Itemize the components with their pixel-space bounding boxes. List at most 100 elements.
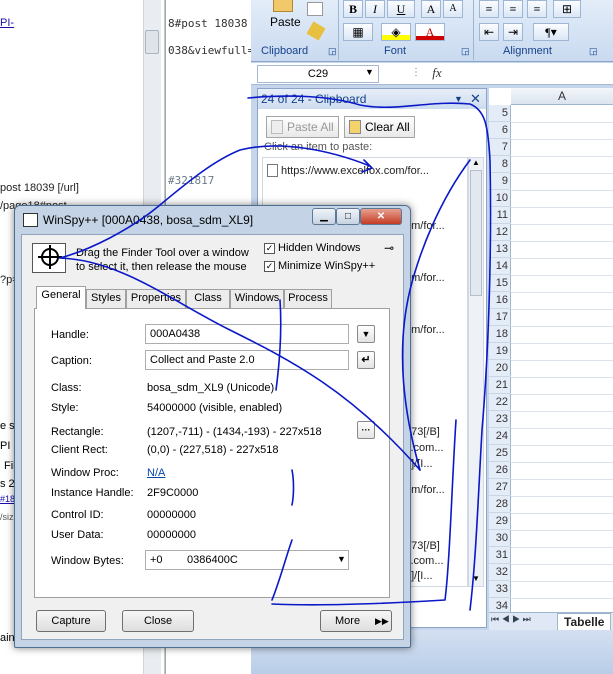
row-header[interactable]: 28 [489, 496, 511, 513]
clipboard-item[interactable]: https://www.excelfox.com/for... [281, 165, 429, 177]
row-header[interactable]: 15 [489, 275, 511, 292]
tab-class[interactable]: Class [186, 289, 230, 308]
underline-button[interactable]: U [387, 0, 415, 18]
minimize-checkbox[interactable]: ✓ [264, 261, 275, 272]
format-painter-icon[interactable] [306, 21, 326, 41]
row-header[interactable]: 7 [489, 139, 511, 156]
close-icon[interactable]: ✕ [470, 89, 481, 109]
scroll-thumb[interactable] [470, 170, 482, 296]
row-header[interactable]: 9 [489, 173, 511, 190]
bold-button[interactable]: B [343, 0, 363, 18]
merge-cells-icon[interactable]: ⊞ [553, 0, 581, 18]
column-header[interactable]: A [511, 88, 613, 105]
row-header[interactable]: 30 [489, 530, 511, 547]
chevron-down-icon[interactable]: ▼ [365, 67, 374, 77]
dialog-launcher-icon[interactable]: ◲ [328, 46, 337, 57]
scroll-up-icon[interactable]: ▲ [472, 158, 480, 167]
fill-color-icon[interactable]: ◈ [381, 23, 411, 41]
orientation-icon[interactable]: ¶▾ [533, 23, 569, 41]
row-header[interactable]: 13 [489, 241, 511, 258]
tab-general[interactable]: General [36, 286, 86, 309]
tab-process[interactable]: Process [284, 289, 332, 308]
crosshair-line [38, 256, 62, 258]
hidden-windows-label: Hidden Windows [278, 242, 361, 254]
editor-line: 8#post 18038 [168, 17, 248, 30]
gridline [511, 496, 613, 497]
more-button[interactable]: More ▶▶ [320, 610, 392, 632]
align-center-icon[interactable]: ≡ [503, 0, 523, 18]
insert-function-button[interactable]: fx [427, 65, 447, 83]
pin-icon[interactable]: ⊸ [384, 241, 394, 255]
sheet-nav-icon[interactable]: ⏮ ◀ ▶ ⏭ [491, 614, 531, 625]
shrink-font-button[interactable]: A [443, 0, 463, 18]
tab-styles[interactable]: Styles [86, 289, 126, 308]
maximize-icon[interactable]: □ [336, 208, 360, 225]
caption-field[interactable]: Collect and Paste 2.0 [145, 350, 349, 370]
scroll-thumb[interactable] [145, 30, 159, 54]
sheet-tab[interactable]: Tabelle [557, 613, 612, 631]
close-button[interactable]: Close [122, 610, 194, 632]
set-caption-icon[interactable]: ↵ [357, 351, 375, 369]
clipboard-scrollbar[interactable]: ▲ ▼ [468, 157, 484, 587]
finder-tool-icon[interactable] [32, 243, 66, 273]
grow-font-button[interactable]: A [421, 0, 441, 18]
row-header[interactable]: 19 [489, 343, 511, 360]
handle-field[interactable]: 000A0438 [145, 324, 349, 344]
capture-button[interactable]: Capture [36, 610, 106, 632]
row-header[interactable]: 20 [489, 360, 511, 377]
row-header[interactable]: 12 [489, 224, 511, 241]
paste-button[interactable]: Paste [270, 15, 301, 29]
dialog-launcher-icon[interactable]: ◲ [589, 46, 598, 57]
row-header[interactable]: 18 [489, 326, 511, 343]
row-header[interactable]: 14 [489, 258, 511, 275]
scroll-down-icon[interactable]: ▼ [472, 574, 480, 583]
increase-indent-icon[interactable]: ⇥ [503, 23, 523, 41]
row-header[interactable]: 32 [489, 564, 511, 581]
browser-link[interactable]: #18 [0, 494, 15, 504]
decrease-indent-icon[interactable]: ⇤ [479, 23, 499, 41]
paste-all-button[interactable]: Paste All [266, 116, 339, 138]
italic-button[interactable]: I [365, 0, 385, 18]
align-right-icon[interactable]: ≡ [527, 0, 547, 18]
gridline [511, 173, 613, 174]
browser-text[interactable]: PI- [0, 17, 14, 29]
align-left-icon[interactable]: ≡ [479, 0, 499, 18]
minimize-icon[interactable]: ▁ [312, 208, 336, 225]
row-header[interactable]: 26 [489, 462, 511, 479]
row-header[interactable]: 6 [489, 122, 511, 139]
row-header[interactable]: 8 [489, 156, 511, 173]
font-color-icon[interactable]: A [415, 23, 445, 41]
dialog-launcher-icon[interactable]: ◲ [461, 46, 470, 57]
row-header[interactable]: 5 [489, 105, 511, 122]
window-proc-link[interactable]: N/A [147, 467, 165, 479]
row-header[interactable]: 22 [489, 394, 511, 411]
row-header[interactable]: 29 [489, 513, 511, 530]
row-header[interactable]: 21 [489, 377, 511, 394]
row-header[interactable]: 11 [489, 207, 511, 224]
row-header[interactable]: 17 [489, 309, 511, 326]
row-header[interactable]: 16 [489, 292, 511, 309]
name-box[interactable]: C29 [257, 65, 379, 83]
hidden-windows-checkbox[interactable]: ✓ [264, 243, 275, 254]
chevron-down-icon[interactable]: ▼ [337, 554, 346, 564]
row-header[interactable]: 31 [489, 547, 511, 564]
row-header[interactable]: 23 [489, 411, 511, 428]
borders-icon[interactable]: ▦ [343, 23, 373, 41]
clear-all-button[interactable]: Clear All [344, 116, 415, 138]
row-header[interactable]: 24 [489, 428, 511, 445]
window-bytes-select[interactable]: +0 0386400C [145, 550, 349, 570]
ellipsis-icon[interactable]: ··· [357, 421, 375, 439]
pane-menu-icon[interactable]: ▼ [454, 89, 463, 109]
row-header[interactable]: 27 [489, 479, 511, 496]
tab-properties[interactable]: Properties [126, 289, 186, 308]
chevron-down-icon[interactable]: ▼ [357, 325, 375, 343]
row-header[interactable]: 33 [489, 581, 511, 598]
row-header[interactable]: 25 [489, 445, 511, 462]
worksheet[interactable]: A 5 6 7 8 9 10 11 12 13 14 15 16 17 18 19 20 21 22 23 24 25 2… [489, 88, 613, 628]
close-icon[interactable]: ✕ [360, 208, 402, 225]
row-header[interactable]: 10 [489, 190, 511, 207]
paste-icon[interactable] [273, 0, 293, 12]
tab-windows[interactable]: Windows [230, 289, 284, 308]
copy-icon[interactable] [307, 2, 323, 16]
title-bar[interactable]: WinSpy++ [000A0438, bosa_sdm_XL9] ▁ □ ✕ [15, 206, 410, 234]
